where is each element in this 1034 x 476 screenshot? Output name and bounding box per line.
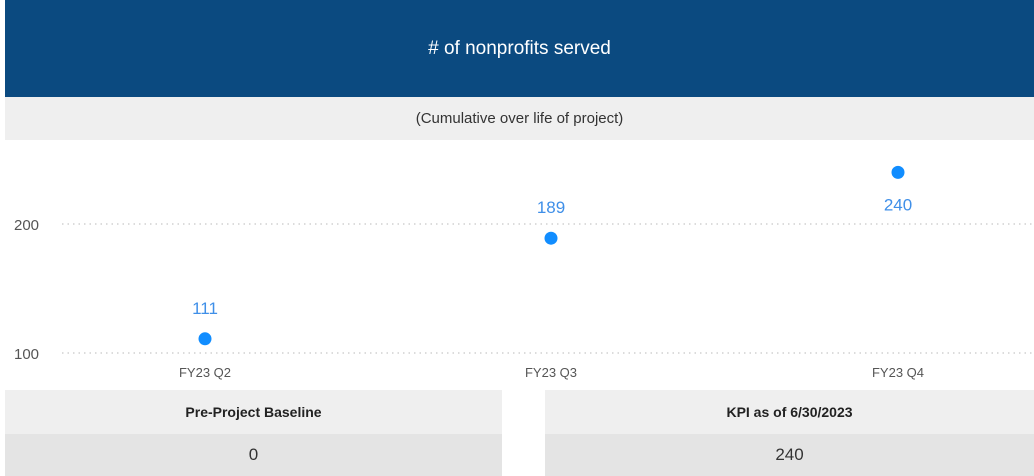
data-labels: 111 189 240 (192, 195, 912, 317)
y-tick-label: 200 (14, 217, 39, 234)
x-tick-label: FY23 Q2 (179, 365, 231, 380)
data-label: 189 (537, 198, 565, 217)
y-axis-ticks: 100 200 (14, 217, 39, 363)
baseline-value: 0 (5, 434, 502, 476)
baseline-label: Pre-Project Baseline (5, 390, 502, 434)
x-tick-label: FY23 Q3 (525, 365, 577, 380)
chart-subtitle-banner: (Cumulative over life of project) (5, 97, 1034, 140)
kpi-card: KPI as of 6/30/2023 240 (545, 390, 1034, 476)
x-axis-ticks: FY23 Q2 FY23 Q3 FY23 Q4 (179, 365, 924, 380)
scatter-chart: 100 200 FY23 Q2 FY23 Q3 FY23 Q4 111 189 240 (14, 165, 1034, 380)
data-label: 111 (192, 299, 218, 318)
chart-title: # of nonprofits served (428, 37, 611, 59)
chart-subtitle: (Cumulative over life of project) (415, 110, 624, 127)
baseline-card: Pre-Project Baseline 0 (5, 390, 502, 476)
data-point (198, 332, 212, 346)
data-label: 240 (884, 195, 912, 214)
kpi-value: 240 (545, 434, 1034, 476)
data-points (198, 165, 905, 346)
y-tick-label: 100 (14, 346, 39, 363)
x-tick-label: FY23 Q4 (872, 365, 924, 380)
chart-title-banner: # of nonprofits served (5, 0, 1034, 97)
data-point (891, 165, 905, 179)
kpi-label: KPI as of 6/30/2023 (545, 390, 1034, 434)
data-point (544, 231, 558, 245)
